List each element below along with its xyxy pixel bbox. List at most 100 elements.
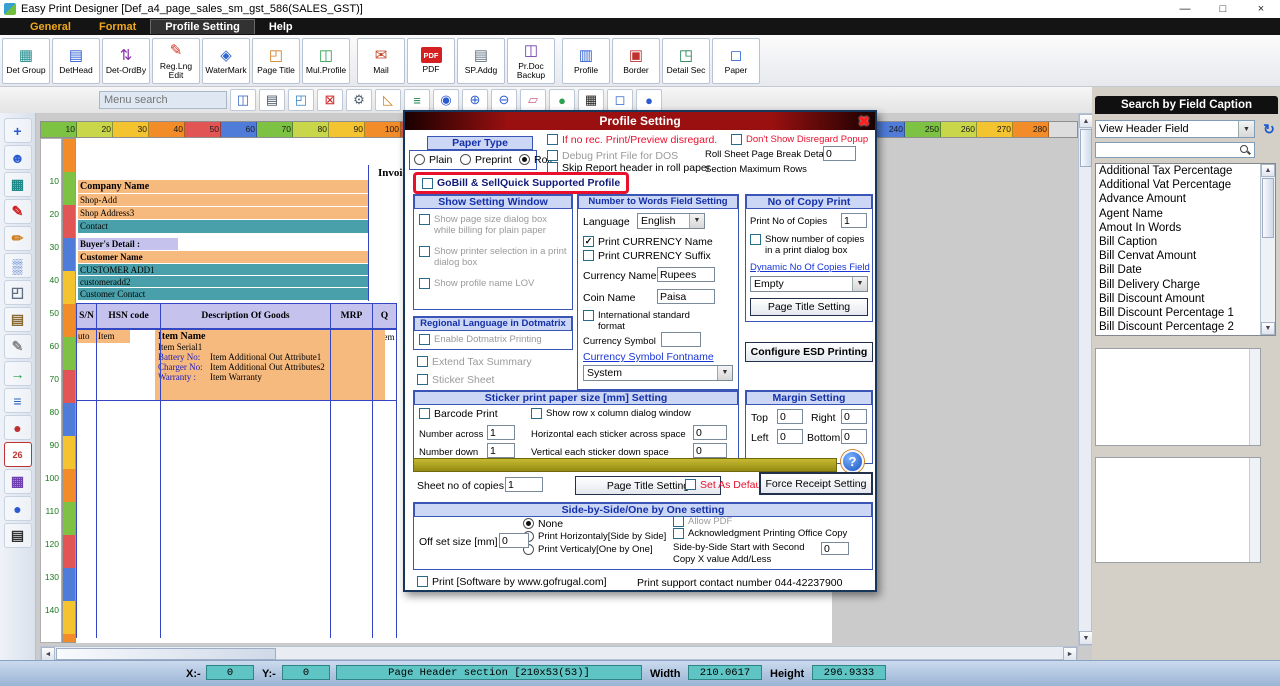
radio-preprint[interactable]: Preprint xyxy=(460,154,512,166)
roll-sheet-input[interactable] xyxy=(823,146,856,161)
show-printer-selection-checkbox-row[interactable]: Show printer selection in a print dialog… xyxy=(419,246,567,268)
detail-sec-button[interactable]: ◳ Detail Sec xyxy=(662,38,710,84)
det-group-button[interactable]: ▦ Det Group xyxy=(2,38,50,84)
contact-field[interactable]: Contact xyxy=(78,220,368,233)
pdf-button[interactable]: PDF PDF xyxy=(407,38,455,84)
help-icon[interactable]: ? xyxy=(841,450,864,473)
row-auto-cell[interactable]: uto xyxy=(76,330,96,343)
barcode-print-checkbox[interactable] xyxy=(419,408,430,419)
field-caption-item[interactable]: Bill Discount Amount xyxy=(1096,292,1275,306)
th-description[interactable]: Description Of Goods xyxy=(160,303,331,329)
list-tool-icon[interactable]: ≡ xyxy=(4,388,32,413)
menu-general[interactable]: General xyxy=(16,20,85,34)
list-scrollbar[interactable]: ▲ ▼ xyxy=(1260,164,1275,335)
show-profile-lov-checkbox[interactable] xyxy=(419,278,430,289)
print-software-checkbox[interactable] xyxy=(417,576,428,587)
canvas-vertical-scrollbar[interactable]: ▲ ▼ xyxy=(1078,113,1092,646)
number-across-input[interactable] xyxy=(487,425,515,440)
mul-profile-button[interactable]: ◫ Mul.Profile xyxy=(302,38,350,84)
panel-list-box-1[interactable] xyxy=(1095,348,1261,446)
th-sn[interactable]: S/N xyxy=(76,303,97,329)
copy-page-button[interactable]: ◫ xyxy=(230,89,256,111)
page-title-setting-button-1[interactable]: Page Title Setting xyxy=(750,298,868,316)
page-tool-icon[interactable]: ◰ xyxy=(4,280,32,305)
field-caption-item[interactable]: Bill Delivery Charge xyxy=(1096,278,1275,292)
page-button[interactable]: ◻ xyxy=(607,89,633,111)
print-software-checkbox-row[interactable]: Print [Software by www.gofrugal.com] xyxy=(417,576,607,588)
sticker-sheet-checkbox[interactable] xyxy=(417,374,428,385)
show-printer-selection-checkbox[interactable] xyxy=(419,246,430,257)
enable-dotmatrix-checkbox[interactable] xyxy=(419,334,430,345)
paper-button[interactable]: ◻ Paper xyxy=(712,38,760,84)
border-button[interactable]: ▣ Border xyxy=(612,38,660,84)
field-caption-item[interactable]: Bill Date xyxy=(1096,263,1275,277)
scroll-thumb[interactable] xyxy=(1262,178,1274,238)
table-tool-icon[interactable]: ▦ xyxy=(4,469,32,494)
dethead-button[interactable]: ▤ DetHead xyxy=(52,38,100,84)
field-caption-item[interactable]: Bill Discount Percentage 1 xyxy=(1096,306,1275,320)
dots-tool-icon[interactable]: ▒ xyxy=(4,253,32,278)
mail-button[interactable]: ✉ Mail xyxy=(357,38,405,84)
no-rec-checkbox[interactable] xyxy=(547,134,558,145)
no-rec-checkbox-row[interactable]: If no rec. Print/Preview disregard. xyxy=(547,134,717,146)
customer-add2-field[interactable]: customeradd2 xyxy=(78,276,368,287)
field-caption-item[interactable]: Additional Tax Percentage xyxy=(1096,164,1275,178)
row-item-cell[interactable]: Item xyxy=(96,330,130,343)
radio-preprint-control[interactable] xyxy=(460,154,471,165)
margin-left-input[interactable] xyxy=(777,429,803,444)
show-page-size-checkbox[interactable] xyxy=(419,214,430,225)
radio-plain[interactable]: Plain xyxy=(414,154,452,166)
company-name-field[interactable]: Company Name xyxy=(78,180,368,193)
coin-name-input[interactable] xyxy=(657,289,715,304)
show-page-size-checkbox-row[interactable]: Show page size dialog box while billing … xyxy=(419,214,567,236)
scroll-left-icon[interactable]: ◄ xyxy=(41,647,55,660)
dont-show-checkbox-row[interactable]: Don't Show Disregard Popup xyxy=(731,134,868,145)
allow-pdf-checkbox[interactable] xyxy=(673,516,684,527)
move-tool-icon[interactable]: + xyxy=(4,118,32,143)
menu-search-input[interactable] xyxy=(99,91,227,109)
barcode-print-checkbox-row[interactable]: Barcode Print xyxy=(419,408,498,420)
field-caption-item[interactable]: Agent Name xyxy=(1096,207,1275,221)
fontname-dropdown[interactable]: System xyxy=(583,365,733,381)
shop-add-field[interactable]: Shop-Add xyxy=(78,194,368,206)
minimize-button[interactable]: — xyxy=(1166,0,1204,18)
globe-red-tool-icon[interactable]: ● xyxy=(4,415,32,440)
print-currency-suffix-checkbox[interactable] xyxy=(583,250,594,261)
scroll-right-icon[interactable]: ► xyxy=(1063,647,1077,660)
dialog-close-icon[interactable]: ✖ xyxy=(856,113,872,129)
radio-vertical[interactable]: Print Verticaly[One by One] xyxy=(523,544,653,555)
zoom-out-button[interactable]: ⊖ xyxy=(491,89,517,111)
watermark-button[interactable]: ◈ WaterMark xyxy=(202,38,250,84)
margin-top-input[interactable] xyxy=(777,409,803,424)
extend-tax-checkbox-row[interactable]: Extend Tax Summary xyxy=(417,356,532,368)
acknowledgment-checkbox[interactable] xyxy=(673,528,684,539)
panel-list-box-2[interactable] xyxy=(1095,457,1261,563)
number-down-input[interactable] xyxy=(487,443,515,458)
side-start-input[interactable] xyxy=(821,542,849,555)
print-button[interactable]: ▤ xyxy=(259,89,285,111)
field-caption-item[interactable]: Advance Amount xyxy=(1096,192,1275,206)
profile-button[interactable]: ▥ Profile xyxy=(562,38,610,84)
ruler-button[interactable]: ◺ xyxy=(375,89,401,111)
set-as-default-checkbox[interactable] xyxy=(685,479,696,490)
row-column-window-checkbox-row[interactable]: Show row x column dialog window xyxy=(531,408,691,419)
view-header-field-dropdown[interactable]: View Header Field ▼ xyxy=(1095,120,1255,138)
th-mrp[interactable]: MRP xyxy=(330,303,373,329)
currency-name-input[interactable] xyxy=(657,267,715,282)
configure-esd-button[interactable]: Configure ESD Printing xyxy=(745,342,873,362)
zoom-button[interactable]: ◉ xyxy=(433,89,459,111)
show-copies-checkbox-row[interactable]: Show number of copies in a print dialog … xyxy=(750,234,868,256)
intl-standard-checkbox-row[interactable]: International standard format xyxy=(583,310,703,332)
customer-contact-field[interactable]: Customer Contact xyxy=(78,288,368,300)
shop-address3-field[interactable]: Shop Address3 xyxy=(78,207,368,219)
th-hsn[interactable]: HSN code xyxy=(96,303,161,329)
print-tool-icon[interactable]: ▤ xyxy=(4,523,32,548)
scroll-down-icon[interactable]: ▼ xyxy=(1079,631,1092,645)
preview-button[interactable]: ◰ xyxy=(288,89,314,111)
pencil-tool-icon[interactable]: ✏ xyxy=(4,226,32,251)
sheet-copies-input[interactable] xyxy=(505,477,543,492)
tree-view-button[interactable]: ≡ xyxy=(404,89,430,111)
calendar-tool-icon[interactable]: 26 xyxy=(4,442,32,467)
gobill-checkbox[interactable] xyxy=(422,178,433,189)
acknowledgment-checkbox-row[interactable]: Acknowledgment Printing Office Copy xyxy=(673,528,847,539)
